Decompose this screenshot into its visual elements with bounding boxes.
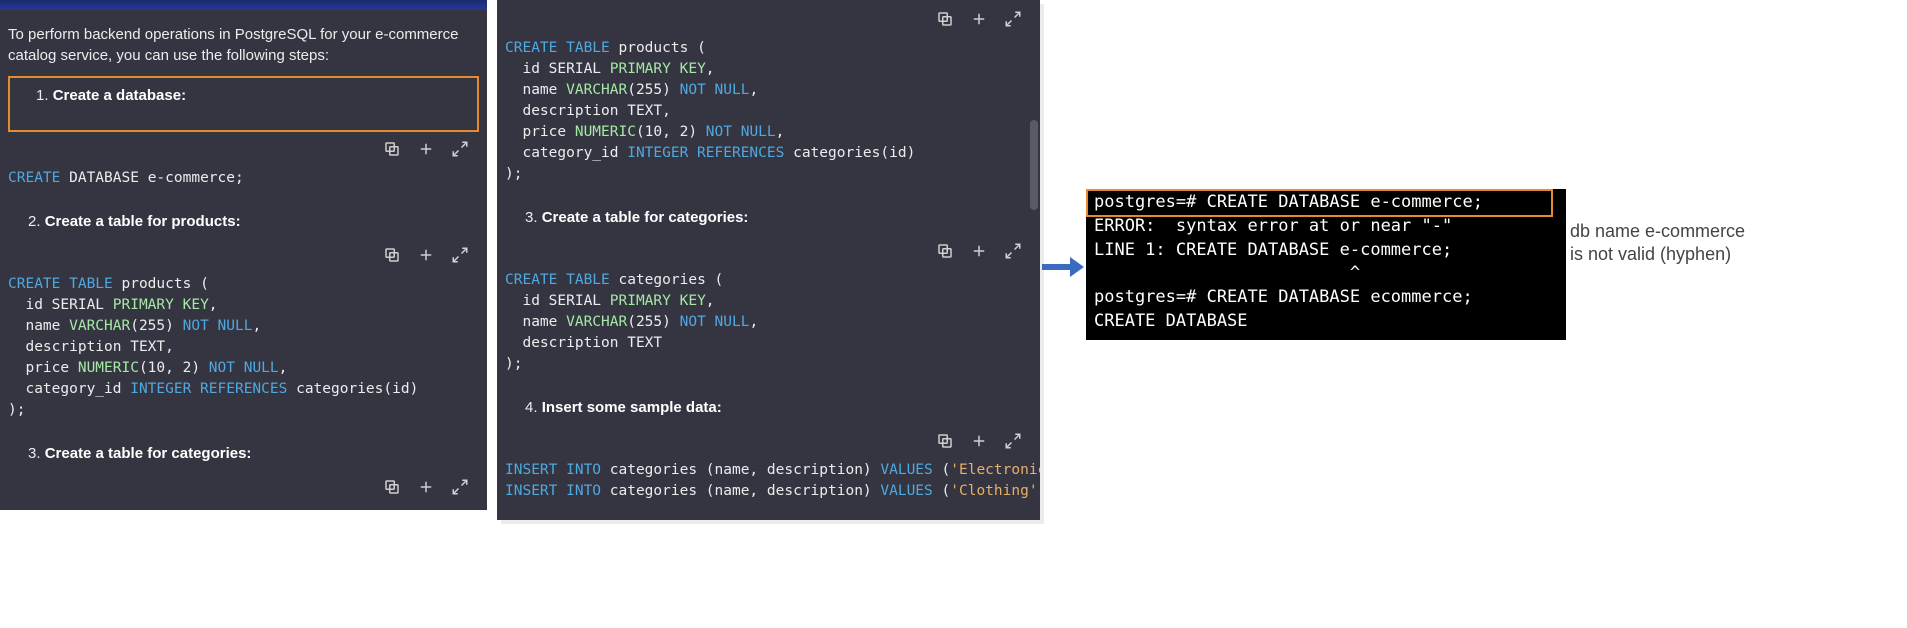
intro-text: To perform backend operations in Postgre… [0,24,487,74]
terminal-line: LINE 1: CREATE DATABASE e-commerce; [1094,239,1558,263]
expand-icon[interactable] [451,478,469,496]
plus-icon[interactable] [417,246,435,264]
terminal-line: ERROR: syntax error at or near "-" [1094,215,1558,239]
code-toolbar [0,240,487,270]
step-2: 2. Create a table for products: [0,203,487,240]
code-toolbar [0,472,487,502]
step-number: 1. [36,87,53,104]
code-create-categories: CREATE TABLE categories ( id SERIAL PRIM… [497,266,1040,389]
terminal-line: postgres=# CREATE DATABASE e-commerce; [1094,191,1558,215]
expand-icon[interactable] [1004,242,1022,260]
sql-keyword: CREATE [8,170,60,186]
expand-icon[interactable] [451,140,469,158]
terminal-line: ^ [1094,262,1558,286]
step-number: 3. [525,209,542,226]
copy-icon[interactable] [936,10,954,28]
arrow-icon [1042,255,1084,279]
code-toolbar [497,236,1040,266]
annotation-text: db name e-commerce is not valid (hyphen) [1570,220,1755,267]
plus-icon[interactable] [970,242,988,260]
terminal-line: CREATE DATABASE [1094,310,1558,334]
code-create-products-2: CREATE TABLE products ( id SERIAL PRIMAR… [497,34,1040,199]
expand-icon[interactable] [1004,432,1022,450]
step-label: Insert some sample data: [542,399,722,416]
panel-accent-bar [0,0,487,10]
step-label: Create a table for categories: [542,209,749,226]
expand-icon[interactable] [1004,10,1022,28]
terminal-line: postgres=# CREATE DATABASE ecommerce; [1094,286,1558,310]
sql-text: DATABASE e-commerce; [60,170,243,186]
step-label: Create a table for categories: [45,445,252,462]
step-label: Create a database: [53,87,186,104]
copy-icon[interactable] [383,246,401,264]
terminal-output: postgres=# CREATE DATABASE e-commerce; E… [1086,189,1566,340]
step-3: 3. Create a table for categories: [0,435,487,472]
step-label: Create a table for products: [45,213,241,230]
expand-icon[interactable] [451,246,469,264]
copy-icon[interactable] [383,478,401,496]
code-toolbar [497,0,1040,34]
step-number: 2. [28,213,45,230]
step-number: 3. [28,445,45,462]
code-create-database: CREATE DATABASE e-commerce; [0,164,487,203]
code-insert-data: INSERT INTO categories (name, descriptio… [497,456,1040,516]
step-4: 4. Insert some sample data: [497,389,1040,426]
chat-panel-right: CREATE TABLE products ( id SERIAL PRIMAR… [497,0,1040,520]
chat-panel-left: To perform backend operations in Postgre… [0,0,487,510]
copy-icon[interactable] [936,242,954,260]
terminal-wrap: postgres=# CREATE DATABASE e-commerce; E… [1086,189,1566,340]
step-3-right: 3. Create a table for categories: [497,199,1040,236]
plus-icon[interactable] [970,432,988,450]
code-toolbar [497,426,1040,456]
scrollbar[interactable] [1030,120,1038,210]
copy-icon[interactable] [383,140,401,158]
code-toolbar [0,134,487,164]
copy-icon[interactable] [936,432,954,450]
step-number: 4. [525,399,542,416]
plus-icon[interactable] [970,10,988,28]
code-create-products: CREATE TABLE products ( id SERIAL PRIMAR… [0,270,487,435]
plus-icon[interactable] [417,140,435,158]
step-1: 1. Create a database: [8,76,479,132]
plus-icon[interactable] [417,478,435,496]
